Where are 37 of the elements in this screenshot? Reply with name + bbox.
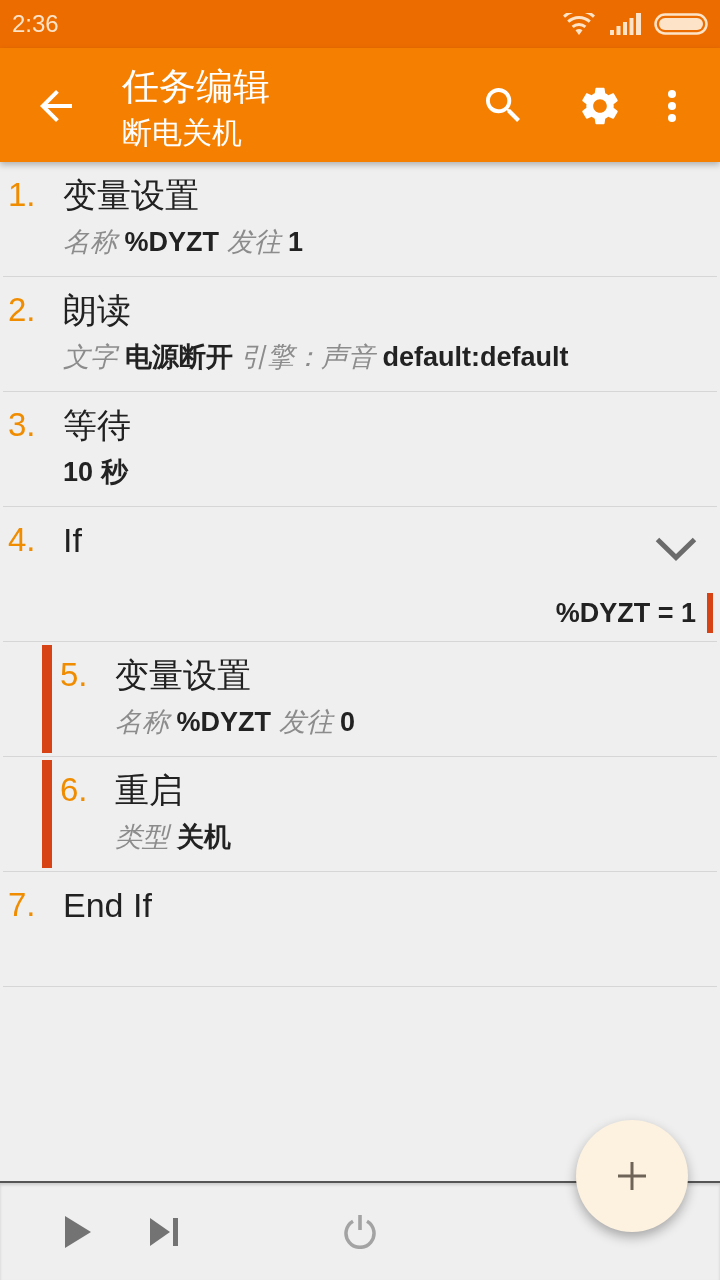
search-icon (486, 88, 520, 122)
action-number: 4. (8, 520, 37, 560)
signal-icon (610, 13, 641, 35)
action-details: 名称 %DYZT 发往 1 (63, 226, 305, 259)
skip-next-icon (150, 1217, 178, 1246)
condition-text: %DYZT = 1 (555, 597, 696, 630)
condition-bar (707, 593, 713, 633)
action-number: 3. (8, 405, 37, 445)
action-details: 类型 关机 (115, 821, 232, 854)
action-title: If (63, 520, 82, 561)
action-title: 重启 (115, 770, 183, 811)
action-number: 7. (8, 885, 37, 925)
action-number: 6. (60, 770, 89, 810)
status-time: 2:36 (12, 9, 59, 39)
action-title: 变量设置 (115, 655, 251, 696)
plus-icon (618, 1162, 646, 1190)
add-action-button[interactable] (576, 1120, 688, 1232)
screen-subtitle: 断电关机 (122, 115, 243, 151)
more-vertical-icon (668, 90, 676, 122)
action-number: 5. (60, 655, 89, 695)
action-details: 名称 %DYZT 发往 0 (115, 706, 357, 739)
action-title: 变量设置 (63, 175, 199, 216)
action-number: 1. (8, 175, 37, 215)
wifi-icon (563, 13, 595, 35)
action-title: 朗读 (63, 290, 131, 331)
action-details: 10 秒 (63, 456, 130, 489)
battery-icon (654, 13, 708, 35)
arrow-left-icon (40, 90, 72, 122)
screen-title: 任务编辑 (122, 65, 270, 109)
chevron-down-icon[interactable] (655, 537, 697, 561)
action-title: End If (63, 885, 152, 926)
play-icon (65, 1215, 91, 1248)
action-title: 等待 (63, 405, 131, 446)
power-icon (343, 1214, 377, 1249)
action-details: 文字 电源断开 引擎：声音 default:default (63, 341, 570, 374)
settings-icon (582, 87, 618, 125)
action-number: 2. (8, 290, 37, 330)
